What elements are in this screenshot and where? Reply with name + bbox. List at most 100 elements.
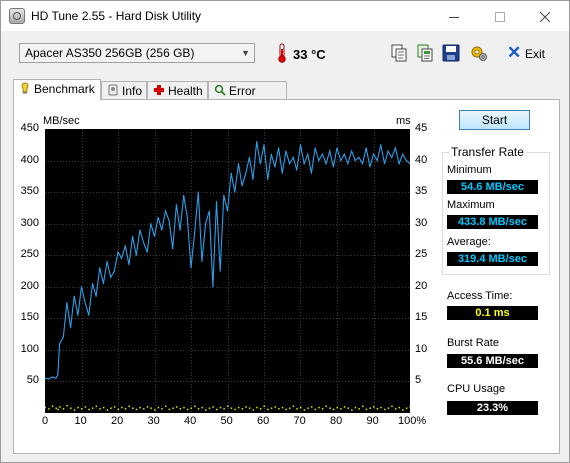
drive-select[interactable]: Apacer AS350 256GB (256 GB) ▼	[19, 43, 255, 63]
access-time-point	[194, 405, 196, 408]
access-time-point	[172, 407, 174, 409]
access-time-point	[281, 406, 284, 409]
y-tick-label: 450	[20, 122, 39, 134]
access-time-point	[201, 406, 203, 409]
access-time-point	[208, 407, 211, 409]
transfer-rate-point	[62, 336, 64, 338]
transfer-rate-point	[336, 147, 338, 149]
y-tick-label: 250	[20, 248, 39, 261]
start-button[interactable]: Start	[459, 110, 530, 130]
copy-info-button[interactable]	[389, 43, 409, 63]
transfer-rate-point	[387, 150, 389, 152]
access-time-point	[259, 408, 262, 410]
transfer-rate-point	[285, 150, 287, 152]
x-tick-label: 0	[42, 415, 49, 427]
copy-all-button[interactable]	[415, 43, 435, 63]
save-button[interactable]	[441, 43, 461, 63]
transfer-rate-point	[314, 147, 316, 149]
transfer-rate-point	[325, 163, 327, 165]
transfer-rate-chart	[44, 129, 411, 413]
options-button[interactable]	[469, 43, 489, 63]
transfer-rate-point	[128, 264, 130, 266]
transfer-rate-point	[190, 267, 192, 269]
transfer-rate-point	[113, 270, 115, 272]
tab-label: Benchmark	[34, 82, 95, 96]
access-time-point	[303, 409, 306, 411]
access-time-point	[237, 406, 240, 409]
maximize-button[interactable]	[477, 1, 523, 31]
tab-info[interactable]: Info	[101, 81, 147, 99]
transfer-rate-point	[267, 178, 269, 181]
access-time-point	[117, 408, 119, 411]
access-time-point	[362, 405, 364, 408]
access-time-point	[190, 407, 192, 409]
minimize-button[interactable]	[431, 1, 477, 31]
access-time-point	[157, 406, 160, 409]
cpu-usage-value: 23.3%	[447, 401, 538, 415]
access-time-point	[70, 407, 72, 409]
access-time-point	[391, 405, 393, 408]
x-tick-label: 90	[366, 415, 379, 427]
access-time-point	[292, 405, 295, 408]
transfer-rate-point	[150, 223, 152, 225]
transfer-rate-point	[361, 163, 364, 165]
transfer-rate-point	[51, 376, 53, 378]
average-label: Average:	[447, 236, 491, 248]
window-title: HD Tune 2.55 - Hard Disk Utility	[31, 9, 202, 23]
transfer-rate-point	[208, 210, 210, 212]
transfer-rate-point	[372, 153, 375, 155]
transfer-rate-point	[263, 144, 265, 146]
transfer-rate-point	[153, 235, 156, 237]
transfer-rate-point	[142, 242, 145, 244]
temperature-readout: 33 °C	[293, 47, 326, 62]
transfer-rate-point	[332, 166, 334, 168]
exit-button[interactable]: ✕ Exit	[501, 43, 551, 64]
title-bar[interactable]: HD Tune 2.55 - Hard Disk Utility	[1, 1, 569, 31]
transfer-rate-point	[288, 163, 291, 165]
access-time-point	[55, 407, 57, 409]
access-time-point	[77, 406, 79, 409]
transfer-rate-point	[157, 216, 159, 218]
close-button[interactable]	[522, 1, 568, 31]
access-time-point	[358, 408, 360, 410]
tab-benchmark[interactable]: Benchmark	[13, 79, 101, 100]
transfer-rate-point	[278, 147, 280, 149]
access-time-point	[270, 407, 273, 409]
transfer-rate-point	[343, 153, 345, 155]
access-time-point	[387, 407, 390, 409]
app-icon	[9, 8, 25, 24]
thermometer-icon	[278, 43, 286, 63]
tab-health[interactable]: Health	[147, 81, 208, 99]
access-time-point	[409, 406, 411, 408]
transfer-rate-point	[215, 200, 218, 203]
access-time-point	[99, 408, 101, 410]
access-time-point	[332, 408, 335, 411]
transfer-rate-point	[223, 194, 225, 196]
access-time-point	[113, 406, 116, 408]
access-time-point	[121, 406, 123, 409]
tab-label: Health	[168, 84, 203, 98]
x-tick-label: 20	[111, 415, 124, 427]
access-time-point	[248, 407, 251, 409]
access-time-point	[197, 408, 200, 410]
transfer-rate-point	[299, 144, 302, 146]
transfer-rate-point	[383, 163, 386, 165]
transfer-rate-point	[310, 172, 313, 174]
transfer-rate-point	[329, 150, 331, 152]
access-time-point	[216, 408, 218, 411]
access-time-point	[340, 408, 342, 410]
access-time-point	[405, 407, 408, 409]
transfer-rate-point	[274, 166, 276, 168]
y2-tick-label: 30	[415, 216, 428, 229]
minimize-icon	[449, 17, 459, 19]
transfer-rate-point	[402, 153, 404, 155]
tab-error-scan[interactable]: Error Scan	[208, 81, 287, 114]
copy-all-icon	[417, 44, 433, 62]
transfer-rate-point	[95, 295, 97, 297]
transfer-rate-point	[121, 257, 123, 259]
access-time-point	[161, 408, 163, 410]
access-time-point	[383, 408, 386, 411]
transfer-rate-point	[110, 276, 112, 278]
access-time-point	[289, 407, 291, 409]
transfer-rate-point	[132, 235, 134, 237]
